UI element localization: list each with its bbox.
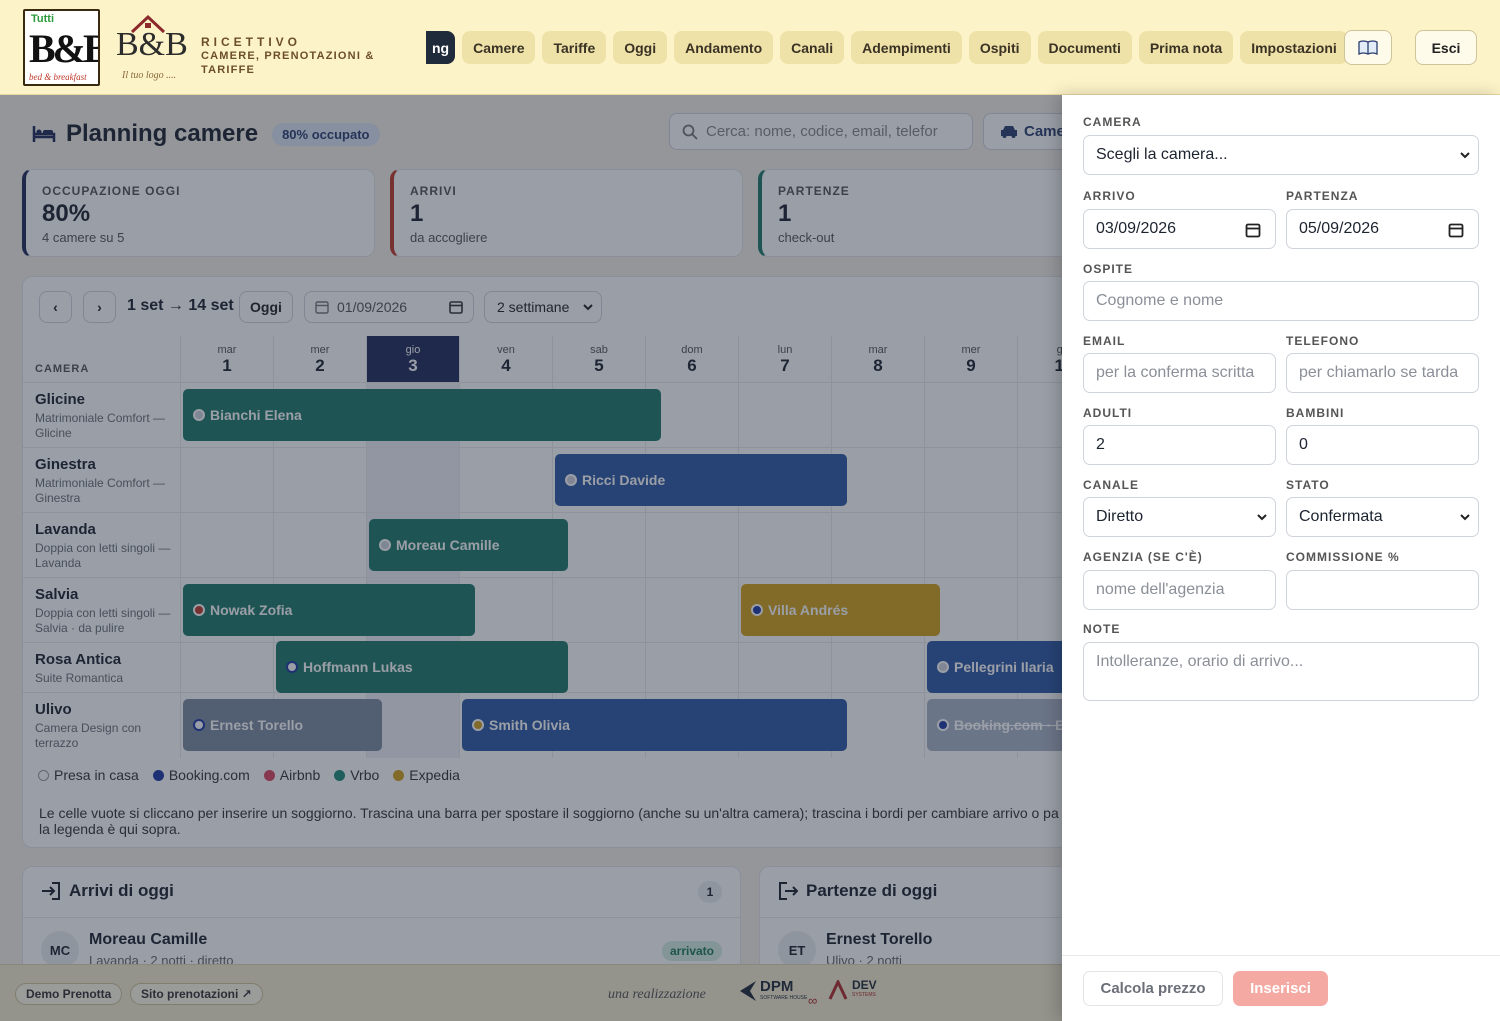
ospite-label: OSPITE — [1083, 262, 1134, 276]
logo-top-text: Tutti — [31, 13, 55, 25]
channel-select[interactable]: Diretto — [1083, 497, 1276, 537]
agenzia-label: AGENZIA (SE C'È) — [1083, 550, 1203, 564]
brand-line1: RICETTIVO — [201, 35, 302, 49]
calendar-icon — [1245, 223, 1261, 238]
commissione-label: COMMISSIONE % — [1286, 550, 1400, 564]
email-field[interactable]: per la conferma scritta — [1083, 353, 1276, 393]
logo2-mark: B&B — [116, 26, 188, 63]
camera-value: Scegli la camera... — [1096, 146, 1228, 163]
brand-line2: CAMERE, PRENOTAZIONI & — [201, 50, 375, 62]
brand-line3: TARIFFE — [201, 64, 256, 76]
calculate-price-button[interactable]: Calcola prezzo — [1083, 971, 1223, 1006]
drawer-divider — [1062, 955, 1500, 956]
nav-item-8[interactable]: Documenti — [1037, 31, 1132, 64]
nav-item-9[interactable]: Prima nota — [1138, 31, 1234, 64]
email-label: EMAIL — [1083, 334, 1126, 348]
new-booking-drawer: CAMERA Scegli la camera... ARRIVO 03/09/… — [1062, 95, 1500, 1021]
bb-logo: Tutti B&B bed & breakfast — [23, 9, 100, 86]
partenza-value: 05/09/2026 — [1299, 220, 1380, 237]
bambini-label: BAMBINI — [1286, 406, 1345, 420]
calendar-icon — [1448, 223, 1464, 238]
logo-subtitle: bed & breakfast — [29, 72, 87, 82]
chevron-down-icon — [1257, 514, 1267, 521]
nav-item-2[interactable]: Tariffe — [542, 31, 607, 64]
note-label: NOTE — [1083, 622, 1121, 636]
commission-input[interactable] — [1286, 570, 1479, 610]
nav-item-7[interactable]: Ospiti — [968, 31, 1031, 64]
nav-item-10[interactable]: Impostazioni — [1240, 31, 1348, 64]
guide-button[interactable] — [1344, 30, 1392, 65]
insert-button[interactable]: Inserisci — [1233, 971, 1328, 1006]
logo-mark: B&B — [29, 26, 100, 71]
notes-textarea[interactable]: Intolleranze, orario di arrivo... — [1083, 642, 1479, 701]
adults-input[interactable]: 2 — [1083, 425, 1276, 465]
adulti-label: ADULTI — [1083, 406, 1133, 420]
book-icon — [1358, 39, 1378, 55]
main-nav: ng Camere Tariffe Oggi Andamento Canali Adempi… — [426, 31, 1348, 64]
arrivo-date-input[interactable]: 03/09/2026 — [1083, 209, 1276, 249]
agency-input[interactable]: nome dell'agenzia — [1083, 570, 1276, 610]
nav-item-1[interactable]: Camere — [462, 31, 536, 64]
nav-item-3[interactable]: Oggi — [613, 31, 668, 64]
nav-item-5[interactable]: Canali — [780, 31, 845, 64]
status-value: Confermata — [1299, 508, 1383, 525]
chevron-down-icon — [1460, 514, 1470, 521]
nav-item-4[interactable]: Andamento — [674, 31, 774, 64]
logo2-tagline: Il tuo logo .... — [122, 70, 177, 81]
custom-logo: B&B Il tuo logo .... — [114, 8, 190, 86]
canale-label: CANALE — [1083, 478, 1139, 492]
status-select[interactable]: Confermata — [1286, 497, 1479, 537]
modal-backdrop[interactable] — [0, 95, 1062, 1021]
app-header: Tutti B&B bed & breakfast B&B Il tuo log… — [0, 0, 1500, 95]
partenza-label: PARTENZA — [1286, 189, 1359, 203]
partenza-date-input[interactable]: 05/09/2026 — [1286, 209, 1479, 249]
nav-item-6[interactable]: Adempimenti — [851, 31, 962, 64]
stato-label: STATO — [1286, 478, 1330, 492]
logout-button[interactable]: Esci — [1415, 30, 1477, 65]
camera-label: CAMERA — [1083, 115, 1142, 129]
arrivo-label: ARRIVO — [1083, 189, 1136, 203]
nav-item-0[interactable]: ng — [426, 31, 456, 64]
arrivo-value: 03/09/2026 — [1096, 220, 1177, 237]
channel-value: Diretto — [1096, 508, 1144, 525]
telefono-label: TELEFONO — [1286, 334, 1360, 348]
chevron-down-icon — [1460, 152, 1470, 159]
guest-name-input[interactable]: Cognome e nome — [1083, 281, 1479, 321]
brand-text: RICETTIVO CAMERE, PRENOTAZIONI & TARIFFE — [201, 35, 374, 77]
phone-field[interactable]: per chiamarlo se tarda — [1286, 353, 1479, 393]
camera-select[interactable]: Scegli la camera... — [1083, 135, 1479, 175]
children-input[interactable]: 0 — [1286, 425, 1479, 465]
